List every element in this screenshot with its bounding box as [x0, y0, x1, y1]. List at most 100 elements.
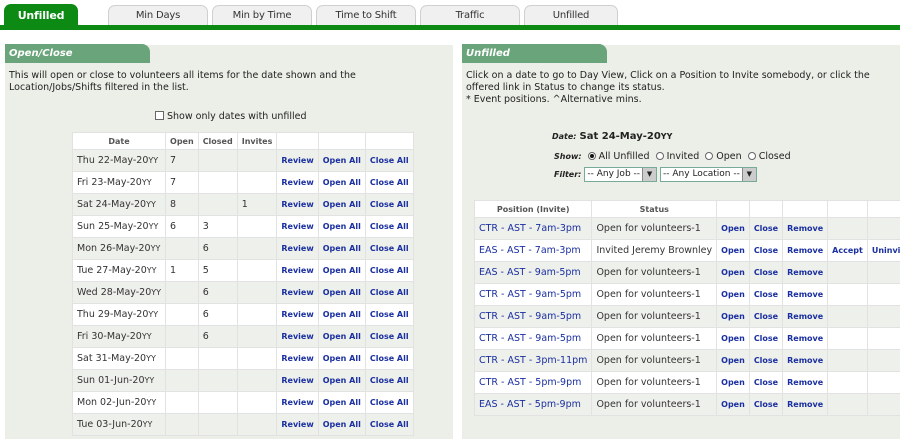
- remove-link[interactable]: Remove: [787, 356, 823, 365]
- review-link[interactable]: Review: [281, 222, 313, 231]
- close-link[interactable]: Close: [754, 334, 778, 343]
- review-link[interactable]: Review: [281, 244, 313, 253]
- tab-min-by-time[interactable]: Min by Time: [212, 5, 312, 25]
- review-link[interactable]: Review: [281, 156, 313, 165]
- date-cell[interactable]: Mon 02-Jun-20YY: [71, 391, 167, 414]
- position-link[interactable]: CTR - AST - 9am-5pm: [479, 333, 581, 344]
- close-link[interactable]: Close: [754, 268, 778, 277]
- date-cell[interactable]: Fri 23-May-20YY: [71, 171, 167, 194]
- date-text[interactable]: Fri 30-May-20: [77, 331, 142, 342]
- open-all-link[interactable]: Open All: [323, 200, 361, 209]
- close-link[interactable]: Close: [754, 290, 778, 299]
- job-filter-select[interactable]: -- Any Job -- ▼: [584, 167, 658, 182]
- close-all-link[interactable]: Close All: [370, 222, 409, 231]
- close-all-link[interactable]: Close All: [370, 288, 409, 297]
- review-link[interactable]: Review: [281, 310, 313, 319]
- show-all-unfilled-radio[interactable]: [587, 152, 596, 160]
- close-link[interactable]: Close: [754, 400, 778, 409]
- location-filter-select[interactable]: -- Any Location -- ▼: [660, 167, 757, 182]
- tab-traffic[interactable]: Traffic: [420, 5, 520, 25]
- date-cell[interactable]: Thu 29-May-20YY: [71, 303, 167, 326]
- date-cell[interactable]: Sat 24-May-20YY: [71, 193, 167, 216]
- close-link[interactable]: Close: [754, 246, 778, 255]
- close-all-link[interactable]: Close All: [370, 200, 409, 209]
- open-link[interactable]: Open: [721, 378, 745, 387]
- open-all-link[interactable]: Open All: [323, 288, 361, 297]
- date-text[interactable]: Mon 26-May-20: [77, 243, 151, 254]
- position-link[interactable]: EAS - AST - 9am-5pm: [479, 267, 581, 278]
- remove-link[interactable]: Remove: [787, 290, 823, 299]
- close-all-link[interactable]: Close All: [370, 420, 409, 429]
- date-text[interactable]: Sat 24-May-20: [77, 199, 146, 210]
- close-all-link[interactable]: Close All: [370, 266, 409, 275]
- tab-unfilled-2[interactable]: Unfilled: [524, 5, 618, 25]
- position-link[interactable]: CTR - AST - 5pm-9pm: [479, 377, 581, 388]
- remove-link[interactable]: Remove: [787, 246, 823, 255]
- remove-link[interactable]: Remove: [787, 312, 823, 321]
- unfilled-only-checkbox[interactable]: [155, 111, 164, 120]
- tab-min-days[interactable]: Min Days: [108, 5, 208, 25]
- close-link[interactable]: Close: [754, 224, 778, 233]
- date-cell[interactable]: Thu 22-May-20YY: [71, 149, 167, 172]
- position-link[interactable]: EAS - AST - 5pm-9pm: [479, 399, 581, 410]
- review-link[interactable]: Review: [281, 420, 313, 429]
- show-invited-radio[interactable]: [655, 152, 664, 160]
- close-all-link[interactable]: Close All: [370, 332, 409, 341]
- remove-link[interactable]: Remove: [787, 400, 823, 409]
- date-text[interactable]: Wed 28-May-20: [77, 287, 151, 298]
- open-link[interactable]: Open: [721, 246, 745, 255]
- date-text[interactable]: Sun 01-Jun-20: [77, 375, 145, 386]
- open-all-link[interactable]: Open All: [323, 376, 361, 385]
- open-link[interactable]: Open: [721, 224, 745, 233]
- open-all-link[interactable]: Open All: [323, 244, 361, 253]
- date-text[interactable]: Tue 27-May-20: [77, 265, 147, 276]
- review-link[interactable]: Review: [281, 266, 313, 275]
- review-link[interactable]: Review: [281, 200, 313, 209]
- review-link[interactable]: Review: [281, 332, 313, 341]
- date-cell[interactable]: Sat 31-May-20YY: [71, 347, 167, 370]
- close-all-link[interactable]: Close All: [370, 178, 409, 187]
- open-all-link[interactable]: Open All: [323, 420, 361, 429]
- date-cell[interactable]: Mon 26-May-20YY: [71, 237, 167, 260]
- position-link[interactable]: CTR - AST - 7am-3pm: [479, 223, 581, 234]
- remove-link[interactable]: Remove: [787, 224, 823, 233]
- date-cell[interactable]: Tue 03-Jun-20YY: [71, 413, 167, 436]
- open-link[interactable]: Open: [721, 268, 745, 277]
- date-text[interactable]: Sun 25-May-20: [77, 221, 149, 232]
- close-link[interactable]: Close: [754, 356, 778, 365]
- close-all-link[interactable]: Close All: [370, 156, 409, 165]
- date-cell[interactable]: Fri 30-May-20YY: [71, 325, 167, 348]
- date-cell[interactable]: Sun 01-Jun-20YY: [71, 369, 167, 392]
- accept-link[interactable]: Accept: [832, 246, 863, 255]
- open-link[interactable]: Open: [721, 400, 745, 409]
- close-all-link[interactable]: Close All: [370, 244, 409, 253]
- remove-link[interactable]: Remove: [787, 334, 823, 343]
- show-open-radio[interactable]: [705, 152, 714, 160]
- date-text[interactable]: Mon 02-Jun-20: [77, 397, 146, 408]
- date-text[interactable]: Sat 31-May-20: [77, 353, 146, 364]
- date-text[interactable]: Thu 29-May-20: [77, 309, 148, 320]
- close-link[interactable]: Close: [754, 378, 778, 387]
- review-link[interactable]: Review: [281, 398, 313, 407]
- open-all-link[interactable]: Open All: [323, 266, 361, 275]
- open-all-link[interactable]: Open All: [323, 156, 361, 165]
- tab-unfilled[interactable]: Unfilled: [4, 4, 78, 26]
- date-text[interactable]: Thu 22-May-20: [77, 155, 148, 166]
- open-all-link[interactable]: Open All: [323, 222, 361, 231]
- position-link[interactable]: CTR - AST - 9am-5pm: [479, 289, 581, 300]
- open-all-link[interactable]: Open All: [323, 332, 361, 341]
- close-all-link[interactable]: Close All: [370, 310, 409, 319]
- review-link[interactable]: Review: [281, 178, 313, 187]
- review-link[interactable]: Review: [281, 288, 313, 297]
- close-all-link[interactable]: Close All: [370, 354, 409, 363]
- unfilled-only-option[interactable]: Show only dates with unfilled: [155, 111, 307, 123]
- date-text[interactable]: Tue 03-Jun-20: [77, 419, 143, 430]
- open-all-link[interactable]: Open All: [323, 178, 361, 187]
- open-link[interactable]: Open: [721, 334, 745, 343]
- open-link[interactable]: Open: [721, 312, 745, 321]
- review-link[interactable]: Review: [281, 354, 313, 363]
- review-link[interactable]: Review: [281, 376, 313, 385]
- uninvite-link[interactable]: Uninvite: [872, 246, 900, 255]
- position-link[interactable]: EAS - AST - 7am-3pm: [479, 245, 581, 256]
- position-link[interactable]: CTR - AST - 9am-5pm: [479, 311, 581, 322]
